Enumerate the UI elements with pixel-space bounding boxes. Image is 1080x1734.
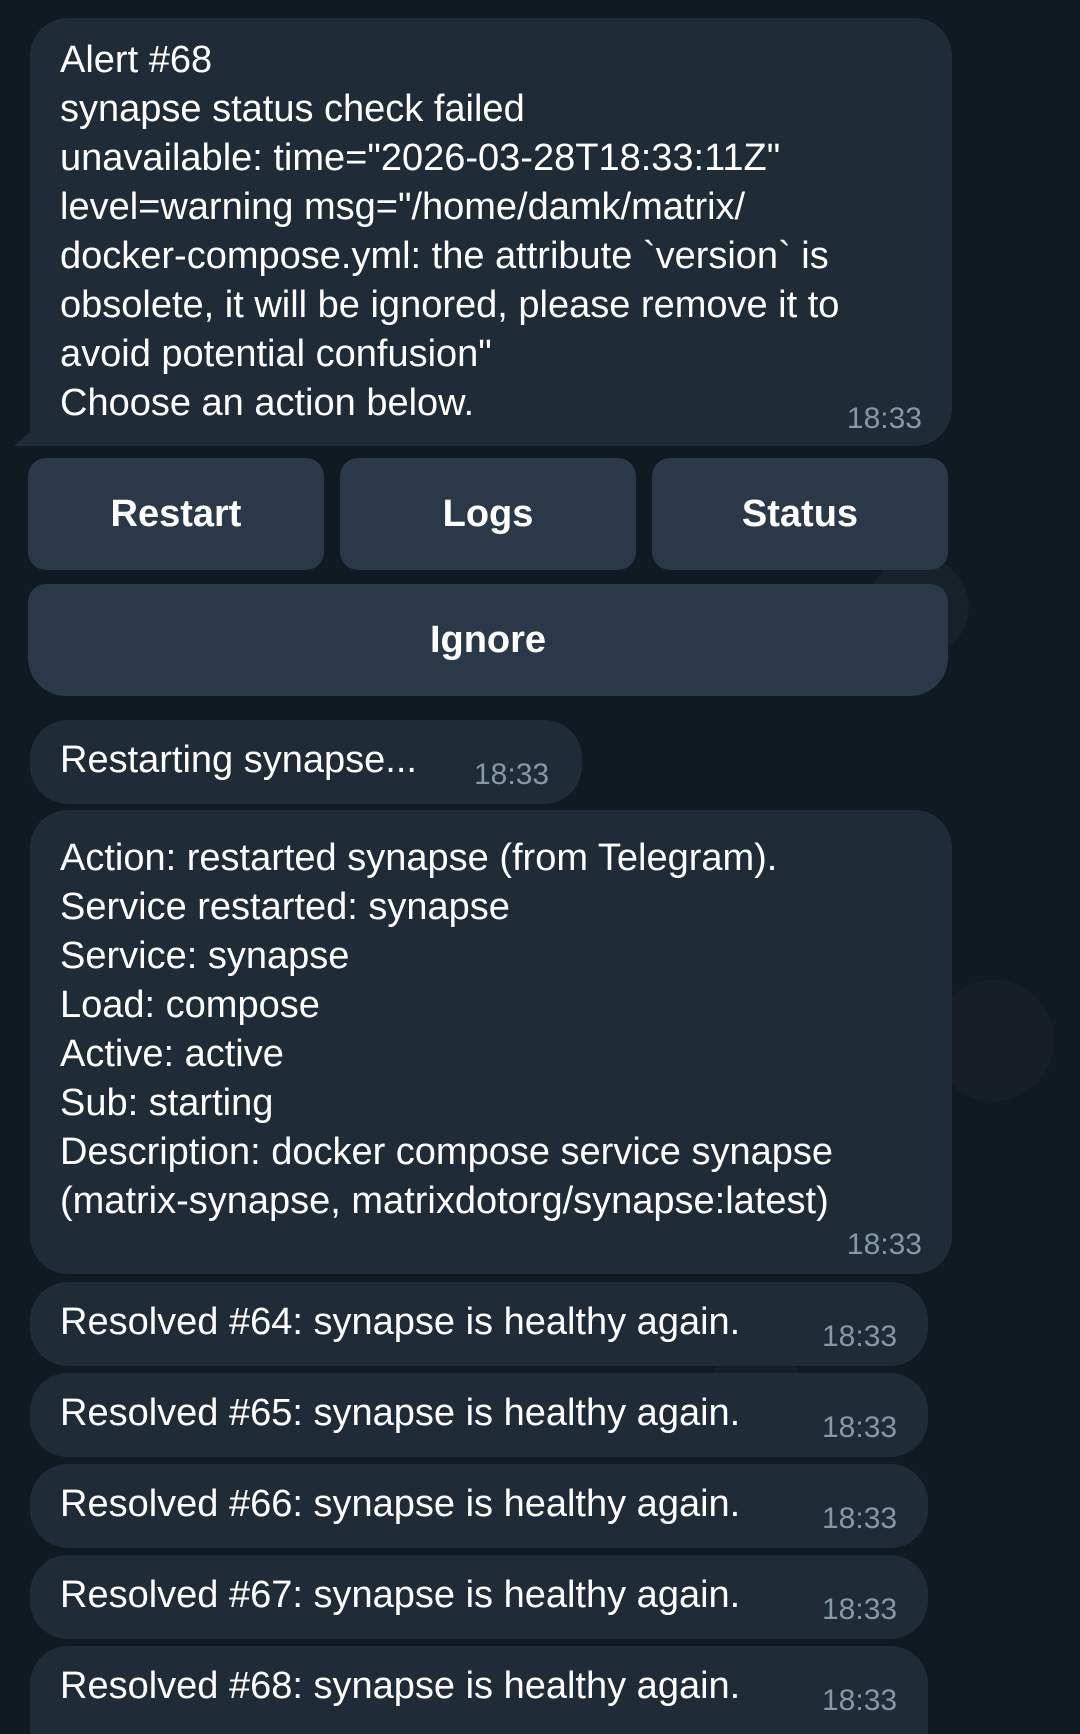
restart-button[interactable]: Restart bbox=[28, 458, 324, 570]
alert-message[interactable]: Alert #68 synapse status check failed un… bbox=[30, 18, 952, 446]
resolved-message[interactable]: Resolved #65: synapse is healthy again. … bbox=[30, 1373, 928, 1457]
alert-message-text: Alert #68 synapse status check failed un… bbox=[60, 39, 840, 424]
message-timestamp: 18:33 bbox=[822, 1502, 898, 1535]
message-timestamp: 18:33 bbox=[822, 1411, 898, 1444]
resolved-message-text: Resolved #68: synapse is healthy again. bbox=[60, 1665, 741, 1707]
restarting-message[interactable]: Restarting synapse... 18:33 bbox=[30, 720, 582, 804]
resolved-message-text: Resolved #65: synapse is healthy again. bbox=[60, 1392, 741, 1434]
resolved-message-text: Resolved #64: synapse is healthy again. bbox=[60, 1301, 741, 1343]
logs-button[interactable]: Logs bbox=[340, 458, 636, 570]
message-timestamp: 18:33 bbox=[822, 1684, 898, 1717]
resolved-message[interactable]: Resolved #67: synapse is healthy again. … bbox=[30, 1555, 928, 1639]
resolved-message-text: Resolved #67: synapse is healthy again. bbox=[60, 1574, 741, 1616]
chat-history[interactable]: Alert #68 synapse status check failed un… bbox=[0, 0, 1080, 1734]
resolved-message-text: Resolved #66: synapse is healthy again. bbox=[60, 1483, 741, 1525]
message-timestamp: 18:33 bbox=[846, 1228, 922, 1261]
resolved-message[interactable]: Resolved #64: synapse is healthy again. … bbox=[30, 1282, 928, 1366]
message-timestamp: 18:33 bbox=[474, 758, 550, 791]
resolved-message[interactable]: Resolved #66: synapse is healthy again. … bbox=[30, 1464, 928, 1548]
message-timestamp: 18:33 bbox=[822, 1593, 898, 1626]
action-result-text: Action: restarted synapse (from Telegram… bbox=[60, 837, 834, 1222]
message-timestamp: 18:33 bbox=[846, 402, 922, 435]
resolved-message[interactable]: Resolved #68: synapse is healthy again. … bbox=[30, 1646, 928, 1734]
ignore-button[interactable]: Ignore bbox=[28, 584, 948, 696]
message-timestamp: 18:33 bbox=[822, 1320, 898, 1353]
status-button[interactable]: Status bbox=[652, 458, 948, 570]
action-result-message[interactable]: Action: restarted synapse (from Telegram… bbox=[30, 810, 952, 1274]
